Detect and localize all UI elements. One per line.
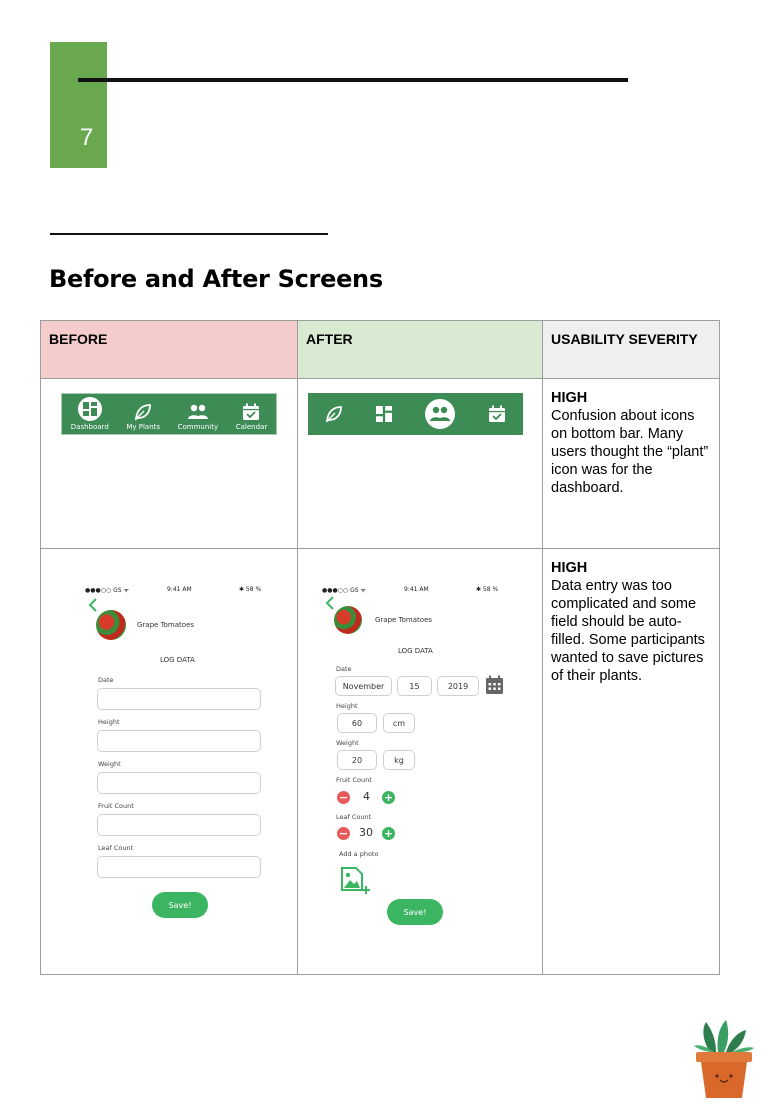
plant-name: Grape Tomatoes [375,616,433,624]
fruit-increment-button[interactable]: + [382,791,395,804]
severity-level: HIGH [551,560,588,576]
height-unit-select[interactable]: cm [383,713,415,733]
nav-label-my-plants: My Plants [126,423,161,431]
height-field[interactable]: 60 [337,713,377,733]
day-field[interactable]: 15 [397,676,432,696]
fruit-count-label: Fruit Count [336,776,372,784]
nav-item-community[interactable]: Community [177,403,219,431]
leaf-count-label: Leaf Count [98,844,134,852]
height-label: Height [98,718,120,726]
severity-description: Data entry was too complicated and some … [551,578,705,684]
date-label: Date [98,676,114,684]
plant-avatar [334,606,362,634]
nav-label-calendar: Calendar [235,423,268,431]
back-chevron-icon[interactable] [88,598,98,612]
before-phone-screen: ●●●○○ GS ᯤ 9:41 AM ✱ 58 % Grape Tomatoes… [41,548,297,973]
before-bottom-nav: Dashboard My Plants Community Calendar [61,393,277,435]
calendar-icon [243,403,260,420]
date-label: Date [336,665,352,673]
log-data-title: LOG DATA [398,647,433,655]
potted-plant-logo [694,1020,754,1098]
nav-item-dashboard[interactable]: Dashboard [71,397,109,431]
month-field[interactable]: November [335,676,392,696]
after-phone-screen: ●●●○○ GS ᯤ 9:41 AM ✱ 58 % Grape Tomatoes… [298,548,542,973]
dashboard-icon [77,397,102,421]
log-data-title: LOG DATA [160,656,195,664]
add-photo-icon[interactable] [340,866,374,894]
header-severity: USABILITY SEVERITY [542,320,720,379]
status-time: 9:41 AM [404,586,429,593]
table-header-row: BEFORE AFTER USABILITY SEVERITY [40,320,720,379]
header-before: BEFORE [40,320,298,379]
before-nav-cell: Dashboard My Plants Community Calendar [40,378,298,549]
severity-cell: HIGH Confusion about icons on bottom bar… [542,378,720,549]
people-icon[interactable] [425,399,456,429]
section-title: Before and After Screens [49,265,383,293]
severity-cell: HIGH Data entry was too complicated and … [542,548,720,975]
height-field[interactable] [97,730,261,752]
nav-label-community: Community [177,423,219,431]
fruit-decrement-button[interactable]: − [337,791,350,804]
save-button[interactable]: Save! [387,899,443,925]
table-row: Dashboard My Plants Community Calendar H… [40,378,720,549]
status-carrier: ●●●○○ GS ᯤ [322,587,366,594]
leaf-count-value: 30 [359,826,373,839]
year-field[interactable]: 2019 [437,676,479,696]
height-label: Height [336,702,358,710]
status-battery: ✱ 58 % [476,586,499,593]
leaf-increment-button[interactable]: + [382,827,395,840]
date-field[interactable] [97,688,261,710]
plant-avatar [96,610,126,640]
nav-item-my-plants[interactable]: My Plants [126,403,160,431]
top-rule [78,78,628,82]
fruit-count-label: Fruit Count [98,802,134,810]
leaf-decrement-button[interactable]: − [337,827,350,840]
after-nav-cell [297,378,543,549]
calendar-icon[interactable] [488,405,506,423]
severity-level: HIGH [551,390,588,406]
severity-description: Confusion about icons on bottom bar. Man… [551,408,709,496]
calendar-icon[interactable] [485,675,504,695]
back-chevron-icon[interactable] [325,596,335,610]
status-carrier: ●●●○○ GS ᯤ [85,587,129,594]
add-photo-label: Add a photo [339,850,379,858]
save-button[interactable]: Save! [152,892,208,918]
status-time: 9:41 AM [167,586,192,593]
weight-label: Weight [336,739,359,747]
status-battery: ✱ 58 % [239,586,262,593]
weight-unit-select[interactable]: kg [383,750,415,770]
leaf-icon [135,404,152,421]
weight-field[interactable]: 20 [337,750,377,770]
people-icon [187,404,208,419]
page-number: 7 [80,124,94,151]
nav-label-dashboard: Dashboard [70,423,109,431]
leaf-count-field[interactable] [97,856,261,878]
fruit-count-value: 4 [363,790,370,803]
section-rule [50,233,328,235]
fruit-count-field[interactable] [97,814,261,836]
after-bottom-nav [308,393,523,435]
leaf-icon[interactable] [325,405,343,423]
nav-item-calendar[interactable]: Calendar [236,403,267,431]
plant-name: Grape Tomatoes [137,621,195,629]
header-after: AFTER [297,320,543,379]
weight-field[interactable] [97,772,261,794]
weight-label: Weight [98,760,121,768]
page-number-tab [50,42,107,168]
leaf-count-label: Leaf Count [336,813,372,821]
dashboard-icon[interactable] [375,406,392,422]
